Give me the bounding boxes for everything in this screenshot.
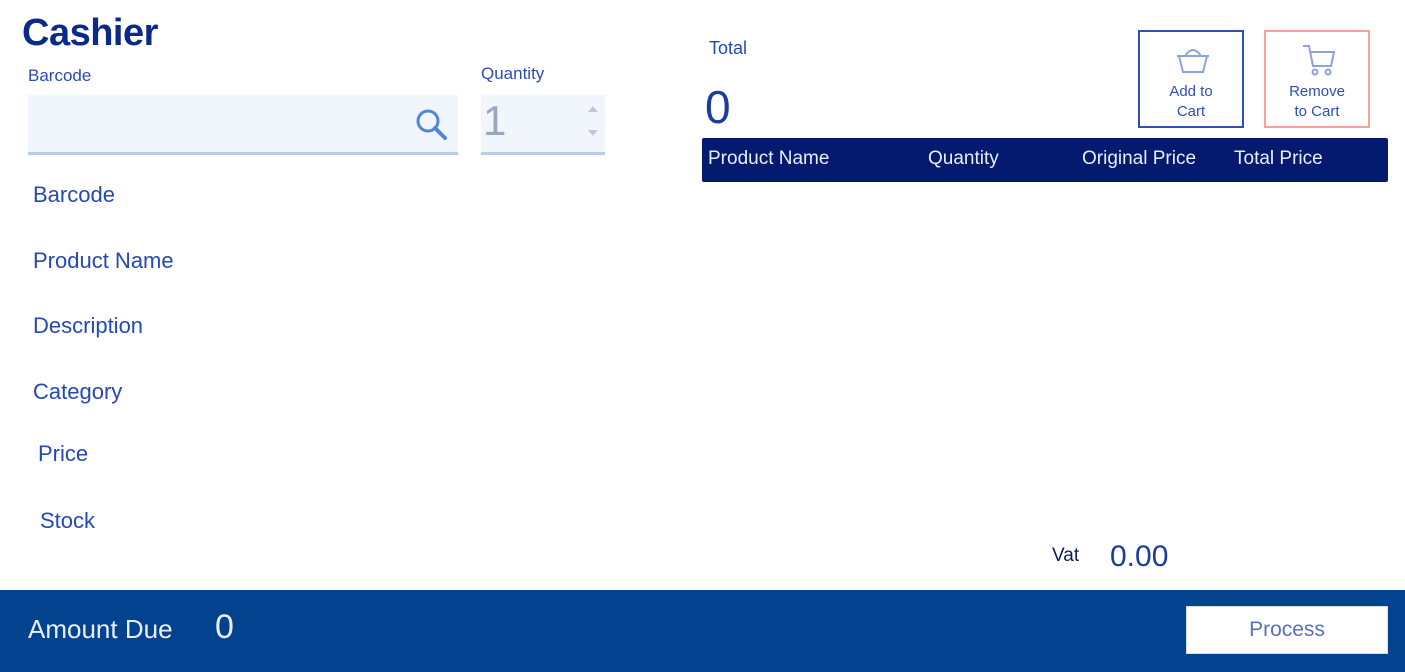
process-button[interactable]: Process — [1186, 606, 1388, 654]
detail-description-label: Description — [33, 313, 144, 338]
column-header-original-price[interactable]: Original Price — [1082, 148, 1196, 170]
detail-barcode-label: Barcode — [33, 182, 115, 207]
column-header-product-name[interactable]: Product Name — [708, 148, 829, 170]
cart-icon — [1303, 45, 1336, 76]
vat-label: Vat — [1052, 545, 1080, 566]
quantity-spin-buttons[interactable] — [587, 101, 599, 145]
detail-category-label: Category — [33, 379, 123, 404]
chevron-up-icon[interactable] — [588, 106, 598, 112]
vat-value: 0.00 — [1110, 540, 1169, 573]
column-header-quantity[interactable]: Quantity — [928, 148, 999, 170]
quantity-value: 1 — [483, 97, 507, 144]
remove-from-cart-button[interactable]: Remove to Cart — [1264, 30, 1370, 128]
remove-from-cart-label-line2: to Cart — [1294, 103, 1340, 120]
column-header-total-price[interactable]: Total Price — [1234, 148, 1323, 170]
total-label: Total — [709, 38, 748, 58]
page-title: Cashier — [22, 12, 158, 54]
cart-table-header: Product Name Quantity Original Price Tot… — [702, 138, 1388, 182]
add-to-cart-button[interactable]: Add to Cart — [1138, 30, 1244, 128]
add-to-cart-label-line2: Cart — [1176, 103, 1206, 120]
detail-price-label: Price — [38, 441, 89, 466]
detail-product-name-label: Product Name — [33, 248, 174, 273]
barcode-input-label: Barcode — [28, 66, 92, 85]
total-value: 0 — [705, 81, 731, 133]
add-to-cart-label-line1: Add to — [1169, 83, 1213, 100]
search-icon[interactable] — [412, 105, 450, 143]
barcode-input-container — [28, 95, 458, 155]
remove-from-cart-label-line1: Remove — [1289, 83, 1345, 100]
basket-icon — [1177, 49, 1209, 73]
cashier-window: Cashier Barcode Quantity 1 Barcode Produ… — [0, 0, 1405, 672]
detail-stock-label: Stock — [40, 508, 96, 533]
amount-due-value: 0 — [215, 608, 234, 646]
barcode-input[interactable] — [28, 95, 408, 152]
quantity-stepper[interactable]: 1 — [481, 95, 605, 155]
quantity-label: Quantity — [481, 64, 545, 83]
chevron-down-icon[interactable] — [588, 130, 598, 136]
footer-bar: Amount Due 0 Process — [0, 590, 1405, 672]
amount-due-label: Amount Due — [28, 614, 173, 644]
